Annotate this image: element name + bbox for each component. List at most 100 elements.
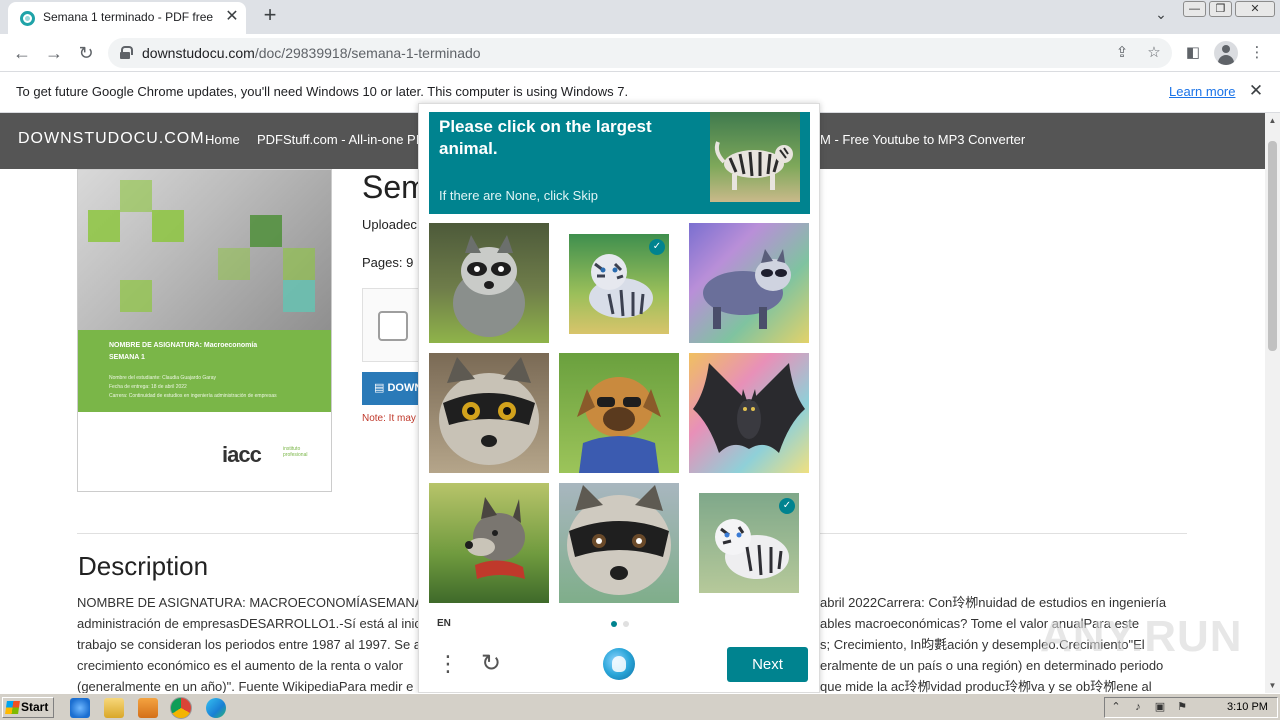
next-button[interactable]: Next [727, 647, 808, 682]
forward-arrow-icon[interactable]: → [41, 40, 67, 66]
media-player-icon[interactable] [138, 698, 158, 718]
windows-logo-icon [5, 701, 20, 714]
page-dot-active [611, 621, 617, 627]
internet-explorer-icon[interactable] [70, 698, 90, 718]
challenge-tile-raccoon[interactable] [429, 223, 549, 343]
cover-date: Fecha de entrega: 18 de abril 2022 [109, 384, 187, 390]
document-cover[interactable]: NOMBRE DE ASIGNATURA: Macroeconomía SEMA… [77, 169, 332, 492]
challenge-tile-raccoon[interactable] [689, 223, 809, 343]
language-selector[interactable]: EN [437, 618, 451, 629]
download-button[interactable]: ▤ DOWN [362, 372, 422, 405]
challenge-prompt: Please click on the largest animal. If t… [429, 112, 810, 214]
new-tab-icon[interactable]: + [258, 4, 282, 28]
bookmark-star-icon[interactable]: ☆ [1144, 43, 1164, 63]
page-dot [623, 621, 629, 627]
cover-subtitle: SEMANA 1 [109, 354, 145, 361]
cover-square [88, 210, 120, 242]
cover-photo [78, 170, 331, 330]
tile-selected-check-icon: ✓ [649, 239, 665, 255]
nav-youtube-converter[interactable]: M - Free Youtube to MP3 Converter [820, 132, 1025, 147]
challenge-instruction: Please click on the largest animal. [439, 117, 652, 158]
challenge-tile-tiger[interactable]: ✓ [569, 234, 669, 334]
reload-icon[interactable]: ↻ [73, 40, 99, 66]
tab-title: Semana 1 terminado - PDF free [43, 10, 214, 24]
challenge-tile-dog[interactable] [559, 353, 679, 473]
raccoon-icon [703, 249, 791, 329]
scroll-thumb[interactable] [1268, 141, 1277, 351]
tray-expand-icon[interactable]: ⌃ [1109, 700, 1123, 714]
infobar-close-icon[interactable]: ✕ [1246, 81, 1266, 101]
raccoon-face-icon [567, 485, 671, 595]
download-label: DOWN [387, 382, 422, 394]
nav-pdfstuff[interactable]: PDFStuff.com - All-in-one PI [257, 132, 419, 147]
lock-icon[interactable] [120, 46, 133, 59]
chrome-taskbar-icon[interactable] [170, 697, 192, 719]
captcha-menu-icon[interactable]: ⋮ [437, 651, 459, 677]
site-favicon-icon [20, 11, 35, 26]
dog-icon [577, 377, 661, 473]
cover-student: Nombre del estudiante: Claudia Guajardo … [109, 375, 217, 381]
captcha-checkbox-widget [362, 288, 422, 362]
edge-icon[interactable] [206, 698, 226, 718]
restore-icon[interactable]: ❐ [1209, 1, 1232, 17]
download-note: Note: It may [362, 413, 416, 424]
cover-square [283, 248, 315, 280]
network-icon[interactable]: ▣ [1153, 700, 1167, 714]
profile-avatar-icon[interactable] [1214, 41, 1238, 65]
description-line: NOMBRE DE ASIGNATURA: MACROECONOMÍASEMAN… [77, 595, 419, 610]
nav-home[interactable]: Home [205, 132, 240, 147]
scroll-down-arrow-icon[interactable]: ▼ [1265, 678, 1280, 693]
download-file-icon: ▤ [374, 382, 388, 394]
tab-strip: Semana 1 terminado - PDF free ✕ + ⌄ — ❐ … [0, 0, 1280, 34]
cover-square [218, 248, 250, 280]
url-text[interactable]: downstudocu.com/doc/29839918/semana-1-te… [142, 45, 481, 61]
hcaptcha-logo-icon [603, 648, 635, 680]
url-path: /doc/29839918/semana-1-terminado [254, 45, 481, 61]
challenge-hint: If there are None, click Skip [439, 188, 598, 203]
minimize-icon[interactable]: — [1183, 1, 1206, 17]
side-panel-icon[interactable]: ◧ [1182, 42, 1204, 64]
browser-toolbar: ← → ↻ downstudocu.com/doc/29839918/seman… [0, 34, 1280, 72]
start-button[interactable]: Start [2, 697, 54, 718]
challenge-tile-dog[interactable] [429, 483, 549, 603]
browser-tab[interactable]: Semana 1 terminado - PDF free ✕ [8, 2, 246, 34]
address-bar[interactable]: downstudocu.com/doc/29839918/semana-1-te… [108, 38, 1172, 68]
dog-icon [465, 497, 525, 579]
challenge-tile-raccoon[interactable] [559, 483, 679, 603]
chrome-menu-icon[interactable]: ⋮ [1246, 42, 1268, 64]
bat-icon [693, 363, 805, 453]
share-icon[interactable]: ⇪ [1112, 43, 1132, 63]
anyrun-watermark: ANY.RUN [1040, 612, 1243, 661]
description-line: trabajo se consideran los periodos entre… [77, 637, 419, 652]
description-line: abril 2022Carrera: Con玲栁nuidad de estudi… [820, 595, 1167, 610]
description-line: crecimiento económico es el aumento de l… [77, 658, 403, 673]
cover-square [120, 180, 152, 212]
challenge-tile-raccoon[interactable] [429, 353, 549, 473]
back-arrow-icon[interactable]: ← [9, 40, 35, 66]
taskbar-clock[interactable]: 3:10 PM [1227, 701, 1268, 713]
cover-square [283, 280, 315, 312]
cover-square [152, 210, 184, 242]
volume-icon[interactable]: ♪ [1131, 700, 1145, 714]
tile-selected-check-icon: ✓ [779, 498, 795, 514]
captcha-challenge: Please click on the largest animal. If t… [418, 103, 820, 693]
action-center-flag-icon[interactable]: ⚑ [1175, 700, 1189, 714]
site-brand[interactable]: DOWNSTUDOCU.COM [18, 130, 205, 148]
scroll-up-arrow-icon[interactable]: ▲ [1265, 113, 1280, 128]
tab-close-icon[interactable]: ✕ [222, 7, 242, 27]
challenge-tile-bat[interactable] [689, 353, 809, 473]
page-scrollbar[interactable]: ▲ ▼ [1265, 113, 1280, 693]
description-line: (generalmente en un año)". Fuente Wikipe… [77, 679, 414, 693]
description-heading: Description [78, 551, 209, 581]
close-window-icon[interactable]: ✕ [1235, 1, 1275, 17]
learn-more-link[interactable]: Learn more [1169, 84, 1235, 99]
file-explorer-icon[interactable] [104, 698, 124, 718]
tab-search-chevron-icon[interactable]: ⌄ [1150, 6, 1172, 28]
example-image-tiger [710, 112, 800, 202]
system-tray: ⌃ ♪ ▣ ⚑ 3:10 PM [1104, 697, 1278, 718]
page-count: Pages: 9 [362, 255, 414, 270]
description-text-left: NOMBRE DE ASIGNATURA: MACROECONOMÍASEMAN… [77, 592, 419, 693]
challenge-tile-white-tiger[interactable]: ✓ [699, 493, 799, 593]
captcha-checkbox[interactable] [378, 311, 408, 341]
refresh-challenge-icon[interactable]: ↻ [477, 650, 505, 678]
